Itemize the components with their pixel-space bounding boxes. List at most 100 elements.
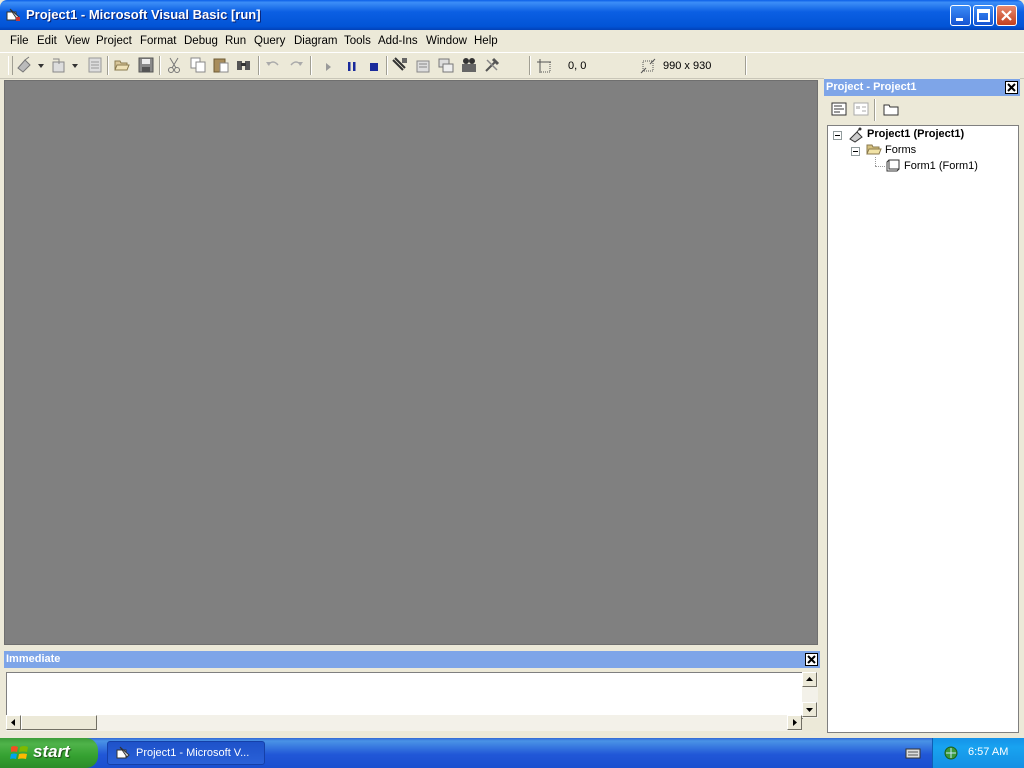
minimize-icon [956,18,963,21]
close-icon [1007,83,1016,92]
object-browser-button[interactable] [460,56,478,74]
keyboard-icon[interactable] [905,746,921,763]
menu-add-ins[interactable]: Add-Ins [378,35,418,47]
immediate-vertical-scrollbar[interactable] [802,672,818,718]
start-button[interactable] [320,56,338,74]
find-button[interactable] [235,56,253,74]
forms-folder-node[interactable]: Forms [885,144,916,156]
project-tree: Project1 (Project1) Forms Form1 (Form1) [827,125,1019,733]
menu-file[interactable]: File [10,35,29,47]
object-browser-icon [462,58,476,72]
form-icon [886,158,902,175]
start-menu-button[interactable]: start [0,738,98,768]
toolbar-grip[interactable] [8,56,13,75]
find-icon [237,61,250,70]
menu-diagram[interactable]: Diagram [294,35,337,47]
collapse-forms-toggle[interactable] [851,147,860,156]
immediate-input[interactable] [6,672,803,719]
menu-project[interactable]: Project [96,35,132,47]
arrow-down-icon [806,708,813,712]
taskbar-item-project1[interactable]: Project1 - Microsoft V... [107,741,265,765]
project-title-bar[interactable]: Project - Project1 [824,79,1020,96]
end-button[interactable] [365,56,383,74]
close-button[interactable] [996,5,1017,26]
immediate-horizontal-scrollbar[interactable] [6,715,802,731]
toolbox-button[interactable] [483,56,501,74]
save-icon [138,57,154,73]
menu-bar: File Edit View Project Format Debug Run … [0,30,1024,53]
menu-help[interactable]: Help [474,35,498,47]
form1-node[interactable]: Form1 (Form1) [904,160,978,172]
project-icon [849,127,863,143]
size-readout: 990 x 930 [663,60,712,72]
scroll-right-button[interactable] [787,715,802,730]
copy-icon [190,57,206,73]
clock: 6:57 AM [968,746,1009,758]
folder-open-icon [866,142,882,159]
project-node-icon [848,127,864,146]
menu-edit[interactable]: Edit [37,35,57,47]
collapse-project-toggle[interactable] [833,131,842,140]
menu-debug[interactable]: Debug [184,35,218,47]
scroll-down-button[interactable] [802,702,817,717]
menu-format[interactable]: Format [140,35,176,47]
close-icon [1001,10,1012,21]
menu-window[interactable]: Window [426,35,467,47]
project-explorer-icon [392,57,407,71]
cut-icon [168,57,180,73]
immediate-close-button[interactable] [805,653,818,666]
network-icon[interactable] [943,745,959,764]
mdi-workspace[interactable] [4,80,818,645]
immediate-title-bar[interactable]: Immediate [4,651,820,668]
menu-run[interactable]: Run [225,35,246,47]
system-tray: 6:57 AM [932,738,1024,768]
maximize-icon [977,9,990,22]
add-form-icon [52,58,78,73]
taskbar-item-label: Project1 - Microsoft V... [136,747,250,759]
title-bar[interactable]: Project1 - Microsoft Visual Basic [run] [0,0,1024,30]
minimize-button[interactable] [950,5,971,26]
taskbar: start Project1 - Microsoft V... 6:57 AM [0,738,1024,768]
view-object-button[interactable] [852,100,870,118]
menu-editor-button[interactable] [86,56,104,74]
break-button[interactable] [343,56,361,74]
copy-button[interactable] [189,56,207,74]
undo-icon [266,61,279,66]
start-icon [326,63,331,71]
position-readout: 0, 0 [568,60,587,72]
windows-logo-icon [10,744,29,767]
scroll-left-button[interactable] [6,715,21,730]
paste-button[interactable] [212,56,230,74]
scroll-thumb[interactable] [21,715,97,730]
menu-editor-icon [88,57,102,73]
save-button[interactable] [137,56,155,74]
redo-button[interactable] [287,56,305,74]
add-project-icon [17,56,44,73]
cut-button[interactable] [165,56,183,74]
open-button[interactable] [113,56,131,74]
standard-toolbar: 0, 0 990 x 930 [0,53,1024,79]
properties-button[interactable] [414,56,432,74]
undo-button[interactable] [264,56,282,74]
menu-query[interactable]: Query [254,35,285,47]
view-code-button[interactable] [830,100,848,118]
open-icon [114,60,130,71]
add-project-button[interactable] [16,56,44,74]
menu-view[interactable]: View [65,35,90,47]
project-toolbar [824,98,1020,123]
paste-icon [213,58,229,73]
maximize-button[interactable] [973,5,994,26]
project-close-button[interactable] [1005,81,1018,94]
add-form-button[interactable] [50,56,78,74]
menu-tools[interactable]: Tools [344,35,371,47]
project-node[interactable]: Project1 (Project1) [867,128,964,140]
project-explorer: Project - Project1 Project1 (Project1) F… [824,78,1020,734]
close-icon [807,655,816,664]
toggle-folders-button[interactable] [882,100,900,118]
immediate-title: Immediate [6,653,61,665]
form-layout-button[interactable] [437,56,455,74]
break-icon [348,62,356,71]
project-explorer-button[interactable] [391,56,409,74]
scroll-up-button[interactable] [802,672,817,687]
toolbox-icon [485,57,500,72]
